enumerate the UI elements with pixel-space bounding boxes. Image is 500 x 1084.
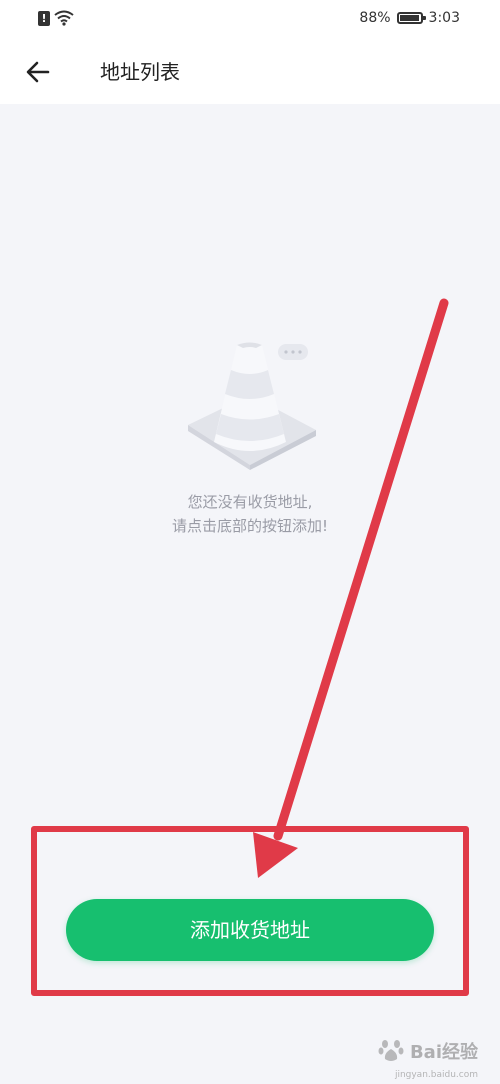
clock-time: 3:03 — [428, 10, 460, 26]
app-header: 地址列表 — [0, 40, 500, 104]
battery-percent: 88% — [359, 10, 391, 26]
empty-message-line1: 您还没有收货地址, — [187, 493, 313, 511]
status-bar-right: 88% 3:03 — [359, 10, 460, 26]
watermark-text: Bai经验 — [409, 1042, 478, 1063]
watermark-subtext: jingyan.baidu.com — [394, 1070, 478, 1080]
back-arrow-icon[interactable] — [24, 58, 52, 86]
paw-logo-icon — [378, 1040, 404, 1061]
status-bar: ! 88% 3:03 — [0, 0, 500, 40]
baidu-watermark: Bai经验 — [378, 1038, 478, 1064]
traffic-cone-icon — [188, 342, 316, 470]
empty-message-line2: 请点击底部的按钮添加! — [171, 517, 328, 535]
wifi-icon — [54, 10, 74, 26]
page-title: 地址列表 — [100, 60, 180, 84]
status-bar-left: ! — [38, 10, 74, 26]
annotation-highlight-box — [31, 826, 469, 996]
battery-icon — [396, 12, 426, 24]
alert-icon: ! — [38, 10, 50, 26]
